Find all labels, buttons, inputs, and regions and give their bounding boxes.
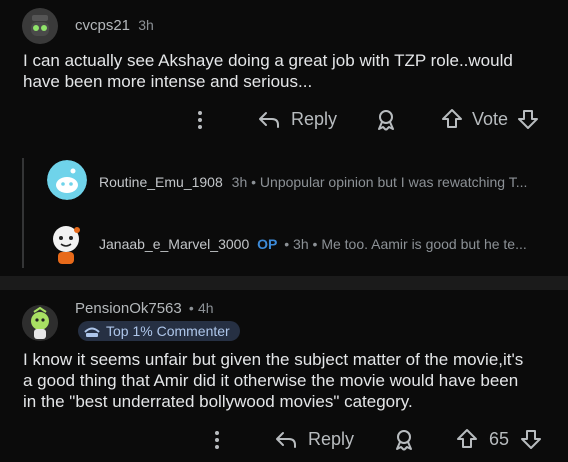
reply-snippet: Me too. Aamir is good but he te... [321, 236, 527, 252]
separator: • [188, 300, 194, 316]
reply-label: Reply [291, 108, 338, 129]
award-icon[interactable] [392, 428, 416, 452]
comment-body-line: have been more intense and serious... [23, 72, 313, 91]
vote-control: 65 [455, 427, 543, 451]
comment-divider [0, 276, 568, 290]
reply-arrow-icon [257, 107, 281, 131]
reply-button[interactable]: Reply [274, 427, 354, 451]
op-badge: OP [257, 236, 278, 252]
comment-body-line: in the "best underrated bollywood movies… [23, 392, 413, 411]
downvote-icon[interactable] [516, 107, 540, 131]
more-vertical-icon[interactable] [210, 429, 224, 451]
more-vertical-icon[interactable] [193, 109, 207, 131]
reply-snippet: Unpopular opinion but I was rewatching T… [259, 174, 528, 190]
reply-label: Reply [308, 428, 355, 449]
vote-count: 65 [489, 428, 510, 449]
comment-body-line: a good thing that Amir did it otherwise … [23, 371, 519, 390]
separator: • [312, 236, 318, 252]
reply-button[interactable]: Reply [257, 107, 337, 131]
avatar-pensionok[interactable] [22, 305, 58, 341]
upvote-icon[interactable] [440, 107, 464, 131]
separator: • [284, 236, 290, 252]
comment-time: 3h [138, 17, 154, 33]
comment-body-line: I know it seems unfair but given the sub… [23, 350, 524, 369]
comment-author[interactable]: PensionOk7563 [75, 300, 182, 317]
award-icon[interactable] [374, 108, 398, 132]
vote-control: Vote [440, 107, 540, 131]
comment-body-line: I can actually see Akshaye doing a great… [23, 51, 513, 70]
reply-arrow-icon [274, 427, 298, 451]
reply-author[interactable]: Routine_Emu_1908 [99, 174, 223, 190]
avatar-routine-emu[interactable] [47, 160, 87, 200]
top-commenter-badge[interactable]: Top 1% Commenter [78, 321, 240, 341]
comment-author[interactable]: cvcps21 [75, 17, 130, 34]
downvote-icon[interactable] [519, 427, 543, 451]
separator: • [251, 174, 257, 190]
reply-time: 3h [231, 174, 248, 190]
avatar-janaab[interactable] [47, 222, 87, 266]
thread-line[interactable] [22, 158, 24, 268]
avatar-cvcps21[interactable] [22, 8, 58, 44]
reply-author[interactable]: Janaab_e_Marvel_3000 [99, 236, 249, 252]
reply-time: 3h [293, 236, 309, 252]
flair-icon [84, 324, 100, 338]
vote-label: Vote [472, 108, 509, 129]
badge-label: Top 1% Commenter [106, 323, 230, 339]
upvote-icon[interactable] [455, 427, 479, 451]
comment-time: 4h [198, 300, 214, 316]
